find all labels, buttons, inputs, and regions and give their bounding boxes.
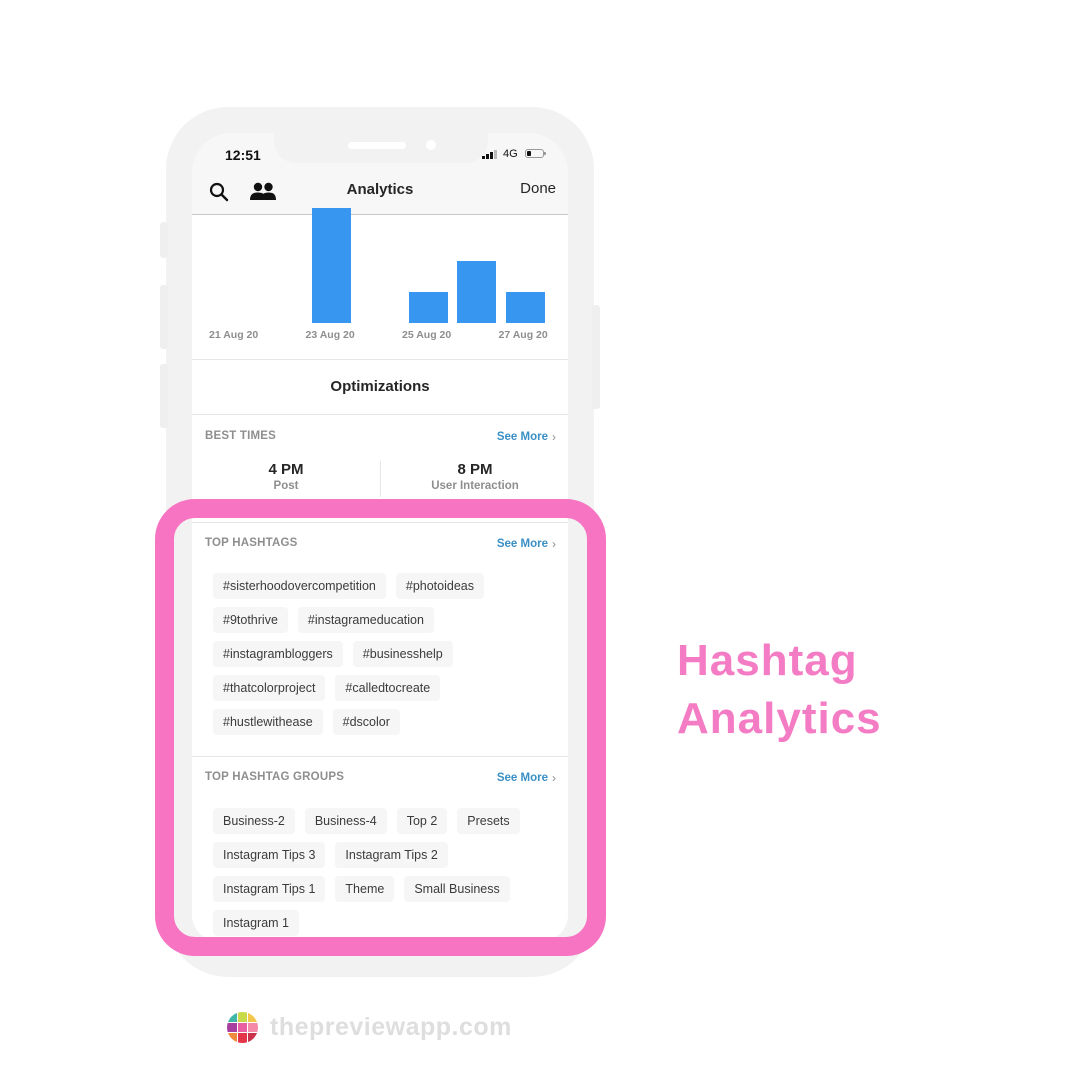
top-hashtags-see-more-link[interactable]: See More › [497,537,556,551]
top-hashtags-list: #sisterhoodovercompetition #photoideas #9t… [213,573,553,735]
phone-volume-down-button [160,364,168,428]
chevron-right-icon: › [552,537,556,551]
x-tick-label: 23 Aug 20 [305,329,355,341]
hashtag-chip[interactable]: #thatcolorproject [213,675,326,701]
top-hashtag-groups-list: Business-2 Business-4 Top 2 Presets Instagra… [213,808,553,936]
hashtag-chip[interactable]: #instagrambloggers [213,641,343,667]
chart-bar [505,291,545,323]
hashtag-chip[interactable]: #9tothrive [213,607,288,633]
best-times-see-more-link[interactable]: See More › [497,430,556,444]
hashtag-group-chip[interactable]: Instagram Tips 3 [213,842,326,868]
hashtag-group-chip[interactable]: Business-4 [304,808,387,834]
done-button[interactable]: Done [520,180,556,197]
hashtag-group-chip[interactable]: Presets [457,808,520,834]
best-time-caption: Post [273,480,299,492]
best-time-post: 4 PM Post [192,461,380,492]
hashtag-chip[interactable]: #calledtocreate [335,675,441,701]
divider [192,522,568,523]
speaker [348,142,406,149]
top-hashtag-groups-label: TOP HASHTAG GROUPS [205,771,345,783]
status-time: 12:51 [225,147,261,163]
x-tick-label: 27 Aug 20 [498,329,548,341]
hashtag-chip[interactable]: #dscolor [332,709,400,735]
phone-side-button [160,222,168,258]
footer-brand: thepreviewapp.com [227,1012,512,1043]
divider [192,359,568,360]
hashtag-chip[interactable]: #hustlewithease [213,709,323,735]
divider [192,756,568,757]
chart-bar [312,208,352,323]
hashtag-chip[interactable]: #instagrameducation [297,607,434,633]
signal-icon [482,149,497,159]
phone-screen: 12:51 4G Analytics Done 21 Aug 20 23 Aug … [192,133,568,941]
hashtag-group-chip[interactable]: Instagram 1 [213,910,300,936]
analytics-bar-chart: 21 Aug 20 23 Aug 20 25 Aug 20 27 Aug 20 [192,208,568,359]
callout-line-1: Hashtag [677,636,858,685]
callout-heading: Hashtag Analytics [677,632,882,748]
chevron-right-icon: › [552,771,556,785]
phone-power-button [592,305,600,409]
x-tick-label: 25 Aug 20 [402,329,452,341]
x-tick-label: 21 Aug 20 [209,329,259,341]
top-hashtag-groups-see-more-link[interactable]: See More › [497,771,556,785]
notch [274,133,488,163]
network-type: 4G [503,148,518,160]
see-more-label: See More [496,538,548,550]
callout-line-2: Analytics [677,694,882,743]
camera [426,140,436,150]
people-icon[interactable] [249,181,277,203]
best-times-label: BEST TIMES [205,430,277,442]
top-hashtags-label: TOP HASHTAGS [205,537,298,549]
hashtag-group-chip[interactable]: Instagram Tips 2 [335,842,448,868]
hashtag-chip[interactable]: #photoideas [395,573,484,599]
hashtag-group-chip[interactable]: Instagram Tips 1 [213,876,326,902]
chevron-right-icon: › [552,430,556,444]
battery-icon [525,149,546,158]
best-time-value: 4 PM [268,461,304,478]
hashtag-group-chip[interactable]: Business-2 [213,808,295,834]
divider [192,414,568,415]
best-time-caption: User Interaction [431,480,519,492]
best-time-user-interaction: 8 PM User Interaction [381,461,568,492]
navbar: Analytics Done [192,169,568,215]
hashtag-group-chip[interactable]: Small Business [404,876,510,902]
see-more-label: See More [496,431,548,443]
search-icon[interactable] [208,181,230,203]
optimizations-title: Optimizations [330,378,430,395]
see-more-label: See More [496,772,548,784]
preview-app-logo-icon [227,1012,258,1043]
hashtag-group-chip[interactable]: Top 2 [396,808,448,834]
footer-url: thepreviewapp.com [270,1013,512,1041]
chart-bar [457,260,497,323]
hashtag-chip[interactable]: #sisterhoodovercompetition [213,573,386,599]
chart-bar [408,291,448,323]
phone-volume-up-button [160,285,168,349]
hashtag-chip[interactable]: #businesshelp [352,641,453,667]
best-time-value: 8 PM [457,461,493,478]
hashtag-group-chip[interactable]: Theme [335,876,395,902]
